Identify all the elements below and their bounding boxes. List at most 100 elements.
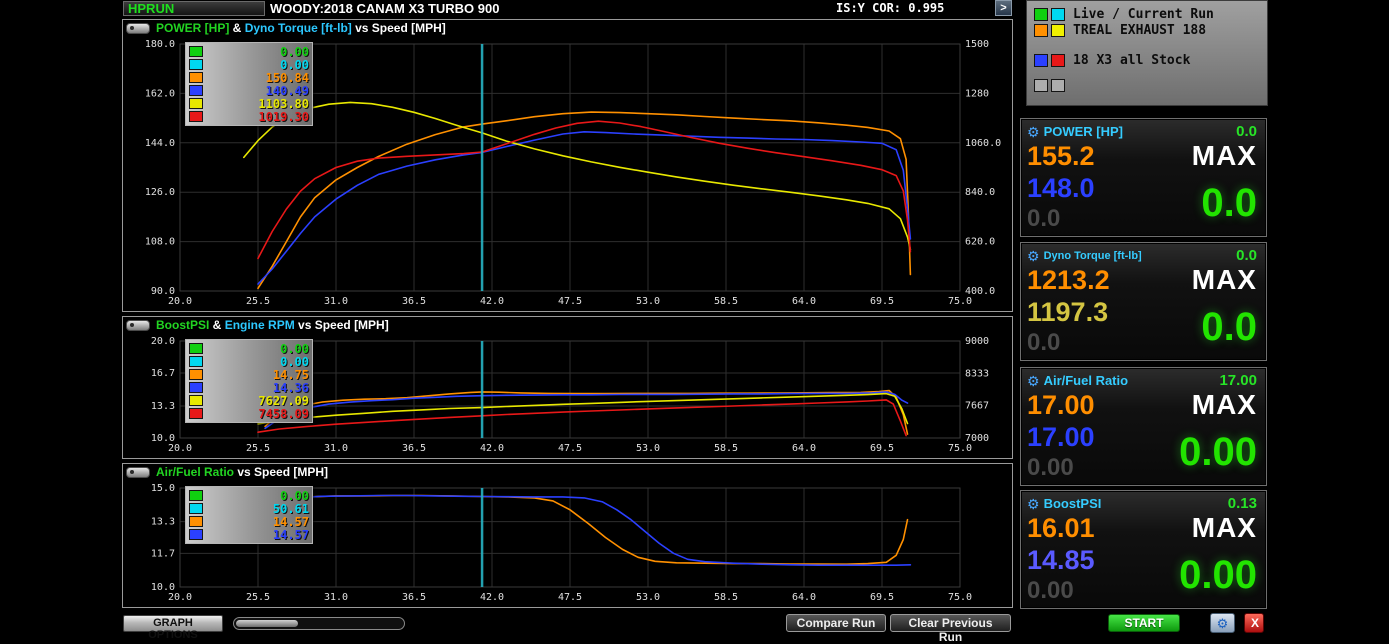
gear-icon[interactable]: ⚙ [1027,374,1040,388]
svg-text:11.7: 11.7 [151,548,175,559]
svg-text:58.5: 58.5 [714,296,738,307]
chart-title: POWER [HP] & Dyno Torque [ft-lb] vs Spee… [156,21,446,35]
svg-text:9000: 9000 [965,336,989,347]
metric-max-label: MAX [1192,265,1257,297]
chart-title-part: BoostPSI [156,318,209,332]
run-legend-label: TREAL EXHAUST 188 [1073,23,1206,38]
svg-text:75.0: 75.0 [948,592,972,603]
run-legend-row[interactable]: TREAL EXHAUST 188 [1034,22,1260,38]
legend-chip [1051,24,1065,37]
chart-title-part: vs Speed [MPH] [295,318,389,332]
legend-chip [189,72,203,83]
legend-value: 0.00 [203,58,309,72]
svg-text:47.5: 47.5 [558,592,582,603]
playback-slider-fill [236,620,298,627]
playback-slider[interactable] [233,617,405,630]
power-torque-chart[interactable]: POWER [HP] & Dyno Torque [ft-lb] vs Spee… [123,20,1012,311]
svg-text:20.0: 20.0 [168,443,192,454]
gear-icon[interactable]: ⚙ [1027,497,1040,511]
clear-previous-run-button[interactable]: Clear Previous Run [890,614,1011,632]
svg-text:20.0: 20.0 [168,592,192,603]
chart-titlebar: BoostPSI & Engine RPM vs Speed [MPH] [123,317,1012,333]
svg-text:36.5: 36.5 [402,592,426,603]
chart-collapse-button[interactable] [126,320,150,331]
chart-title-part: vs Speed [MPH] [352,21,446,35]
svg-text:64.0: 64.0 [792,592,816,603]
settings-gear-button[interactable]: ⚙ [1210,613,1235,633]
svg-text:20.0: 20.0 [151,336,175,347]
close-button[interactable]: X [1244,613,1264,633]
svg-text:75.0: 75.0 [948,296,972,307]
series-torque-stock [258,121,910,258]
chart-title: BoostPSI & Engine RPM vs Speed [MPH] [156,318,389,332]
svg-text:69.5: 69.5 [870,296,894,307]
legend-chip [189,395,203,406]
svg-text:108.0: 108.0 [145,237,175,248]
legend-value: 14.75 [203,368,309,382]
gear-icon[interactable]: ⚙ [1027,249,1040,263]
boost-rpm-chart[interactable]: BoostPSI & Engine RPM vs Speed [MPH] 20.… [123,317,1012,458]
svg-text:53.0: 53.0 [636,592,660,603]
legend-value: 0.00 [203,45,309,59]
metric-current-big: 0.0 [1201,305,1257,350]
legend-chip [1034,79,1048,92]
metric-current-big: 0.00 [1179,430,1257,475]
run-legend-row[interactable]: 18 X3 all Stock [1034,52,1260,68]
metric-min-value: 0.00 [1027,455,1179,482]
svg-text:31.0: 31.0 [324,296,348,307]
expand-button[interactable]: > [995,0,1012,16]
svg-text:47.5: 47.5 [558,296,582,307]
metric-run3-max: 14.85 [1027,545,1179,578]
chart-title-part: Engine RPM [225,318,295,332]
svg-text:10.0: 10.0 [151,582,175,593]
chart-titlebar: POWER [HP] & Dyno Torque [ft-lb] vs Spee… [123,20,1012,36]
chart-title-part: vs Speed [MPH] [234,465,328,479]
legend-value: 50.61 [203,502,309,516]
svg-text:25.5: 25.5 [246,296,270,307]
chart-legend: 0.000.00150.84140.491103.801019.30 [185,42,313,126]
metric-run2-max: 155.2 [1027,141,1192,173]
metric-panel-torque: ⚙ Dyno Torque [ft-lb] 0.0 1213.2 MAX 119… [1020,242,1267,361]
legend-chip [189,59,203,70]
afr-chart[interactable]: Air/Fuel Ratio vs Speed [MPH] 20.025.531… [123,464,1012,607]
legend-chip [189,85,203,96]
legend-chip [189,343,203,354]
metric-panel-afr: ⚙ Air/Fuel Ratio 17.00 17.00 MAX 17.00 0… [1020,367,1267,486]
svg-text:20.0: 20.0 [168,296,192,307]
legend-value: 0.00 [203,355,309,369]
metric-panel-boost: ⚙ BoostPSI 0.13 16.01 MAX 14.85 0.00 0.0… [1020,490,1267,609]
legend-chip [189,516,203,527]
svg-text:13.3: 13.3 [151,517,175,528]
run-legend-panel: Live / Current RunTREAL EXHAUST 188 18 X3… [1026,0,1268,106]
svg-text:53.0: 53.0 [636,296,660,307]
svg-text:58.5: 58.5 [714,443,738,454]
metric-live-value: 0.0 [1236,123,1257,140]
svg-text:8333: 8333 [965,368,989,379]
metric-live-value: 0.13 [1228,495,1257,512]
run-legend-row[interactable]: Live / Current Run [1034,6,1260,22]
graph-options-button[interactable]: GRAPH OPTIONS [123,615,223,632]
chart-collapse-button[interactable] [126,467,150,478]
svg-text:7667: 7667 [965,401,989,412]
start-button[interactable]: START [1108,614,1180,632]
legend-value: 7627.09 [203,394,309,408]
run-legend-empty-chips [1034,79,1260,92]
svg-text:36.5: 36.5 [402,443,426,454]
legend-value: 0.00 [203,489,309,503]
gear-icon[interactable]: ⚙ [1027,125,1040,139]
svg-text:7000: 7000 [965,433,989,444]
chart-collapse-button[interactable] [126,23,150,34]
svg-text:64.0: 64.0 [792,296,816,307]
legend-chip [1034,8,1048,21]
compare-run-button[interactable]: Compare Run [786,614,886,632]
svg-text:25.5: 25.5 [246,443,270,454]
legend-value: 0.00 [203,342,309,356]
legend-value: 14.57 [203,528,309,542]
series-rpm-stock [258,400,906,436]
app-name-badge[interactable]: HPRUN [123,1,265,16]
svg-text:162.0: 162.0 [145,88,175,99]
svg-text:10.0: 10.0 [151,433,175,444]
svg-text:69.5: 69.5 [870,443,894,454]
svg-text:126.0: 126.0 [145,187,175,198]
chart-legend: 0.000.0014.7514.367627.097458.09 [185,339,313,423]
